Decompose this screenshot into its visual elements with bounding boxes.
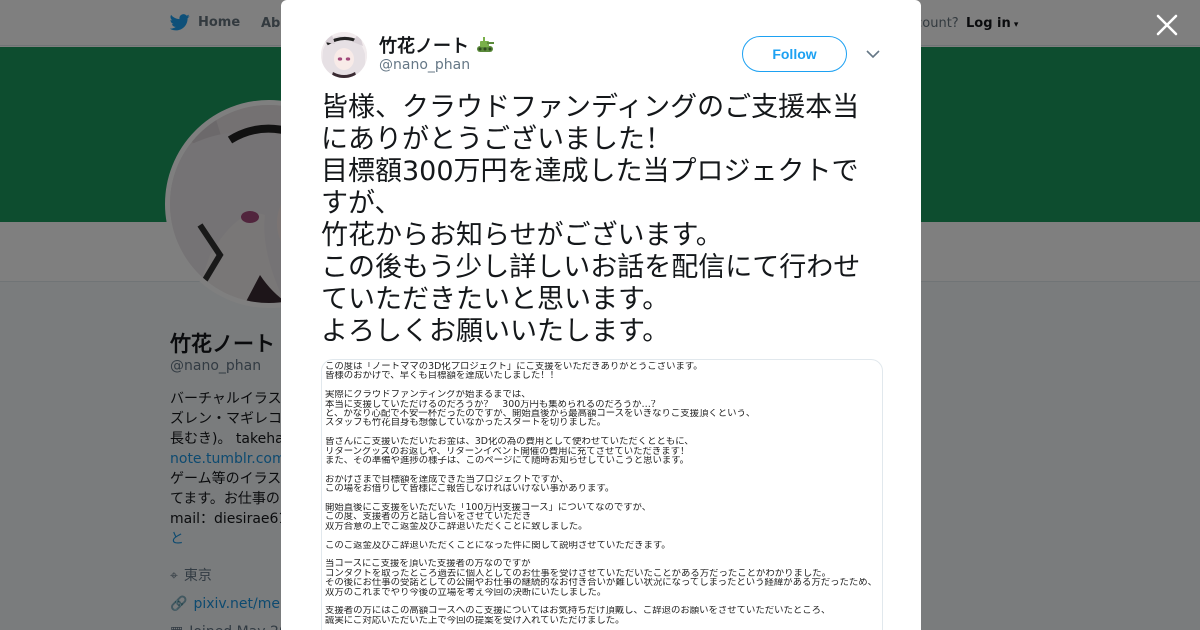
- tweet-text-line: 皆様、クラウドファンディングのご支援本当: [321, 92, 860, 123]
- note-line: 当コースにご支援を頂いた支援者の方なのですが: [325, 559, 531, 569]
- note-line: 皆様のおかげで、早くも目標額を達成いたしました！！: [325, 371, 560, 381]
- note-line: 皆さんにご支援いただいたお金は、3D化の為の費用として使わせていただくとともに、: [325, 437, 694, 447]
- tweet-text-line: ていただきたいと思います。: [321, 284, 670, 315]
- media-note-text: この度は「ノートママの3D化プロジェクト」にご支援をいただきありがとうございます…: [325, 362, 881, 625]
- tweet-author-handle[interactable]: @nano_phan: [379, 57, 470, 73]
- note-line: 本当に支援していただけるのだろうか？ 300万円も集められるのだろうか…？: [325, 399, 661, 410]
- note-line: また、その準備や進捗の様子は、このページにて随時お知らせしていこうと思います。: [325, 456, 690, 466]
- follow-button[interactable]: Follow: [742, 36, 847, 72]
- note-line: この度、支援者の方と話し合いをさせていただき: [325, 512, 532, 522]
- tweet-author-name[interactable]: 竹花ノート: [379, 32, 495, 58]
- note-line: 誠実にご対応いただいた上で今回の提案を受け入れていただけました。: [325, 615, 625, 626]
- note-line: このご返金及びご辞退いただくことになった件に関して説明させていただきます。: [325, 540, 671, 551]
- tweet-text-line: よろしくお願いいたします。: [321, 316, 670, 347]
- tweet-modal: 竹花ノート @nano_phan Follow 皆様、クラウドファンディングのご…: [281, 0, 921, 630]
- note-line: [325, 597, 881, 606]
- note-line: 双方のこれまでやり今後の立場を考え今回の決断にいたしました。: [325, 587, 607, 598]
- note-line: [325, 465, 881, 474]
- note-line: スタッフも竹花自身も想像していなかったスタートを切りました。: [325, 418, 606, 428]
- green-tank-emoji-icon: [477, 37, 494, 52]
- note-line: 支援者の方にはこの高額コースへのご支援についてはお気持ちだけ頂戴し、ご辞退のお願…: [325, 606, 831, 616]
- close-icon[interactable]: [1154, 12, 1180, 38]
- note-line: [325, 428, 881, 437]
- tweet-text-line: すが、: [321, 188, 402, 219]
- tweet-author-avatar[interactable]: [321, 32, 367, 78]
- tweet-text: 皆様、クラウドファンディングのご支援本当 にありがとうございました！ 目標額30…: [321, 92, 887, 348]
- note-line: [325, 381, 881, 390]
- chevron-down-icon[interactable]: [865, 46, 881, 62]
- note-line: リターングッズのお返しや、リターンイベント開催の費用に充てさせていただきます！: [325, 446, 690, 457]
- note-line: [325, 531, 881, 540]
- note-line: 双方合意の上でご返金及びご辞退いただくことに致しました。: [325, 521, 588, 532]
- note-line: 開始直後にご支援をいただいた「100万円支援コース」についてなのですが、: [325, 503, 652, 513]
- author-name-text: 竹花ノート: [379, 36, 469, 57]
- note-line: と、かなり心配で不安一杯だったのですが、開始直後から最高額コースをいきなりご支援…: [325, 409, 756, 419]
- note-line: おかげさまで目標額を達成できた当プロジェクトですが、: [325, 474, 569, 485]
- note-line: 実際にクラウドファンディングが始まるまでは、: [325, 390, 531, 400]
- tweet-media-image[interactable]: この度は「ノートママの3D化プロジェクト」にご支援をいただきありがとうございます…: [321, 359, 883, 630]
- note-line: コンタクトを取ったところ過去に個人としてのお仕事を受けさせていただいたことがある…: [325, 568, 831, 579]
- tweet-text-line: 竹花からお知らせがございます。: [321, 220, 723, 251]
- tweet-text-line: にありがとうございました！: [321, 124, 672, 155]
- tweet-text-line: この後もう少し詳しいお話を配信にて行わせ: [321, 252, 861, 283]
- tweet-text-line: 目標額300万円を達成した当プロジェクトで: [321, 156, 859, 187]
- note-line: この度は「ノートママの3D化プロジェクト」にご支援をいただきありがとうございます…: [325, 362, 703, 372]
- note-line: この場をお借りして皆様にご報告しなければいけない事があります。: [325, 484, 615, 494]
- note-line: [325, 494, 881, 503]
- note-line: [325, 550, 881, 559]
- note-line: その後にお仕事の受諾としての公開やお仕事の継続的なお付き合いが難しい状況になって…: [325, 578, 878, 588]
